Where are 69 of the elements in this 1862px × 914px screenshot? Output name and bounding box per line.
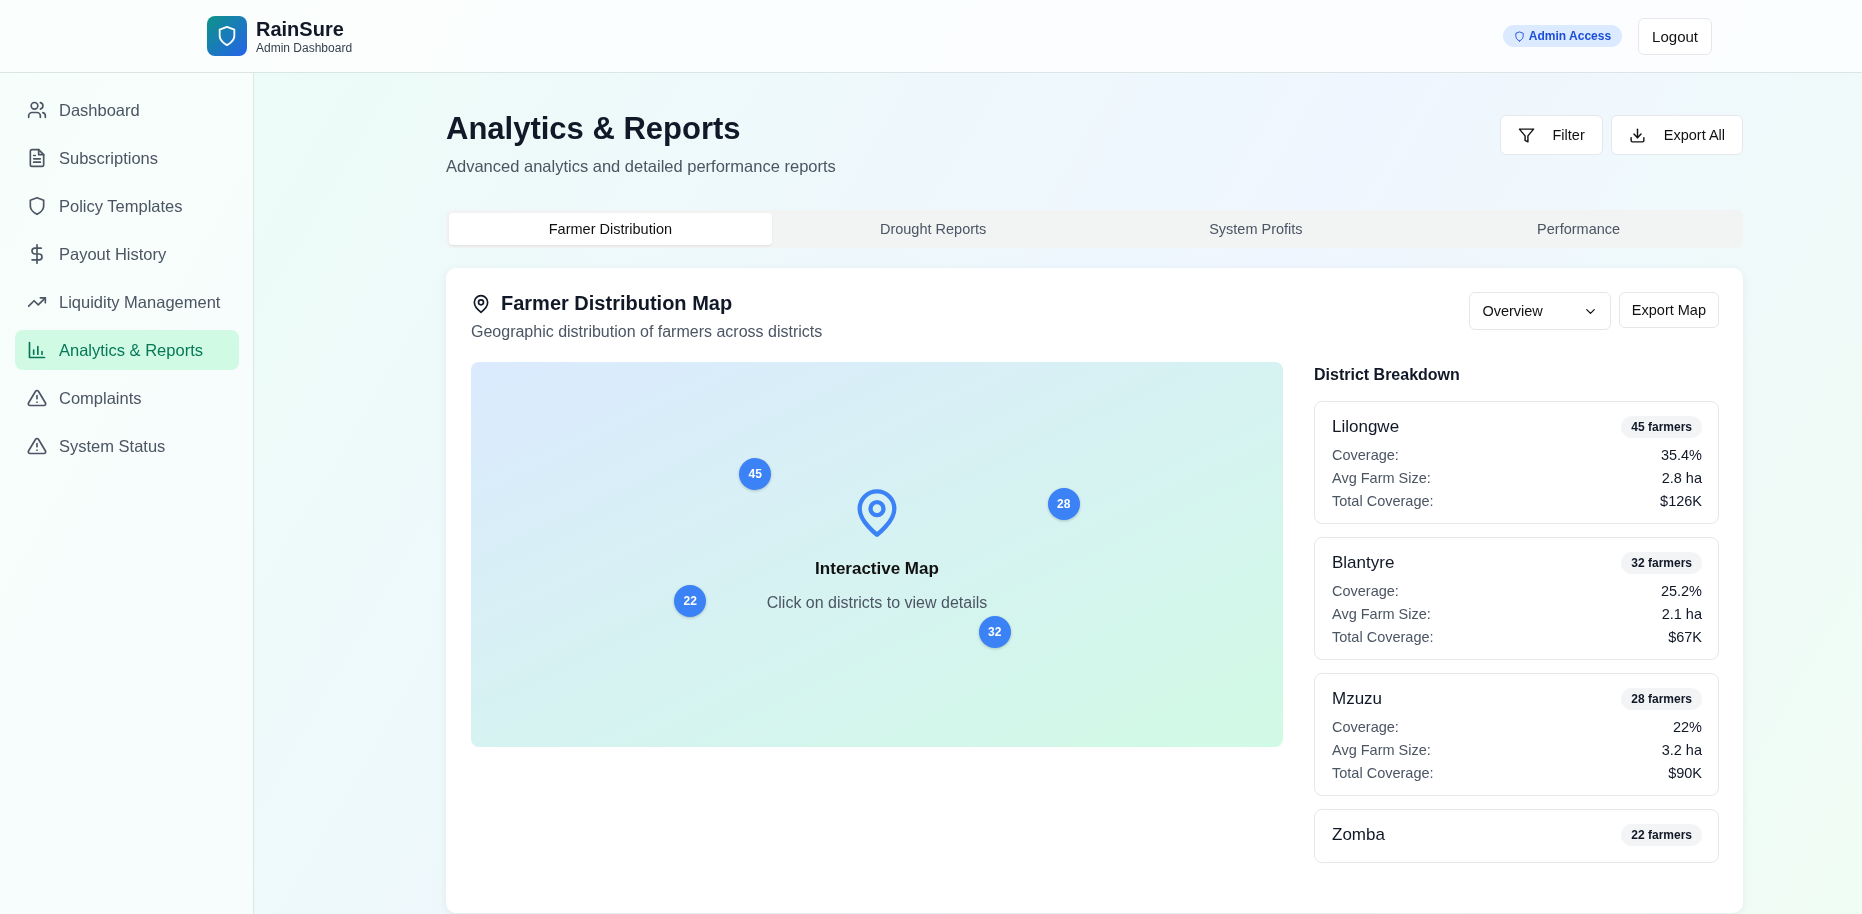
- section-title: District Breakdown: [1314, 366, 1461, 384]
- sidebar-item[interactable]: Subscriptions: [15, 138, 239, 178]
- tab[interactable]: Farmer Distribution: [449, 213, 772, 245]
- card-title: Farmer Distribution Map: [501, 292, 733, 315]
- sidebar-item[interactable]: System Status: [15, 426, 239, 466]
- warning-icon: [27, 388, 47, 408]
- stat-label: Coverage:: [1332, 583, 1399, 599]
- district-name: Zomba: [1332, 825, 1385, 845]
- page-subtitle: Advanced analytics and detailed performance reports: [446, 157, 836, 176]
- stat-value: 2.8 ha: [1661, 470, 1702, 486]
- stat-label: Coverage:: [1332, 447, 1399, 463]
- bar-chart-icon: [27, 340, 47, 360]
- farmer-count-badge: 32 farmers: [1621, 552, 1702, 574]
- tab[interactable]: System Profits: [1094, 213, 1418, 245]
- tab[interactable]: Drought Reports: [771, 213, 1095, 245]
- farmer-count-badge: 28 farmers: [1621, 688, 1702, 710]
- sidebar-item[interactable]: Payout History: [15, 234, 239, 274]
- tab[interactable]: Performance: [1417, 213, 1740, 245]
- filter-button[interactable]: Filter: [1499, 115, 1603, 155]
- district-card[interactable]: Blantyre 32 farmers Coverage: 25.2% Avg Farm Size: 2.1 ha Total Coverage: $67K: [1314, 537, 1719, 660]
- map-hint: Click on districts to view details: [766, 594, 988, 612]
- stat-label: Total Coverage:: [1332, 493, 1434, 509]
- stat-value: 2.1 ha: [1661, 606, 1702, 622]
- card-subtitle: Geographic distribution of farmers across districts: [471, 323, 823, 341]
- document-icon: [27, 148, 47, 168]
- download-icon: [1628, 126, 1646, 144]
- district-card[interactable]: Lilongwe 45 farmers Coverage: 35.4% Avg Farm Size: 2.8 ha Total Coverage: $126K: [1314, 401, 1719, 524]
- stat-label: Coverage:: [1332, 719, 1399, 735]
- stat-value: $90K: [1668, 765, 1702, 781]
- view-select[interactable]: Overview: [1469, 292, 1611, 330]
- logout-button[interactable]: Logout: [1638, 17, 1712, 55]
- district-card[interactable]: Zomba 22 farmers: [1314, 809, 1719, 863]
- sidebar-item[interactable]: Analytics & Reports: [15, 330, 239, 370]
- district-name: Lilongwe: [1332, 417, 1400, 437]
- users-icon: [27, 100, 47, 120]
- farmer-count-badge: 22 farmers: [1621, 824, 1702, 846]
- stat-value: 25.2%: [1660, 583, 1702, 599]
- app-subtitle: Admin Dashboard: [256, 40, 353, 55]
- stat-label: Avg Farm Size:: [1332, 470, 1431, 486]
- page-title: Analytics & Reports: [446, 111, 742, 147]
- filter-icon: [1517, 126, 1535, 144]
- access-badge: Admin Access: [1502, 25, 1623, 47]
- map-title: Interactive Map: [815, 559, 939, 579]
- shield-icon: [1513, 30, 1525, 42]
- stat-value: 35.4%: [1660, 447, 1702, 463]
- map-pin-icon: [471, 293, 491, 314]
- sidebar-item[interactable]: Complaints: [15, 378, 239, 418]
- farmer-count-badge: 45 farmers: [1621, 416, 1702, 438]
- stat-value: $126K: [1660, 493, 1702, 509]
- stat-label: Avg Farm Size:: [1332, 742, 1431, 758]
- export-button[interactable]: Export All: [1610, 115, 1743, 155]
- district-name: Blantyre: [1332, 553, 1395, 573]
- stat-value: $67K: [1668, 629, 1702, 645]
- warning-icon: [27, 436, 47, 456]
- shield-icon: [27, 196, 47, 216]
- stat-label: Avg Farm Size:: [1332, 606, 1431, 622]
- sidebar-item[interactable]: Policy Templates: [15, 186, 239, 226]
- stat-value: 22%: [1672, 719, 1702, 735]
- logo-icon: [207, 16, 247, 56]
- district-name: Mzuzu: [1332, 689, 1383, 709]
- district-card[interactable]: Mzuzu 28 farmers Coverage: 22% Avg Farm Size: 3.2 ha Total Coverage: $90K: [1314, 673, 1719, 796]
- stat-label: Total Coverage:: [1332, 765, 1434, 781]
- map-panel[interactable]: Interactive Map Click on districts to view details 45 28 22 32: [471, 362, 1283, 747]
- export-map-button[interactable]: Export Map: [1618, 292, 1719, 328]
- app-name: RainSure: [256, 17, 345, 40]
- stat-label: Total Coverage:: [1332, 629, 1434, 645]
- sidebar-item[interactable]: Dashboard: [15, 90, 239, 130]
- stat-value: 3.2 ha: [1661, 742, 1702, 758]
- sidebar-item[interactable]: Liquidity Management: [15, 282, 239, 322]
